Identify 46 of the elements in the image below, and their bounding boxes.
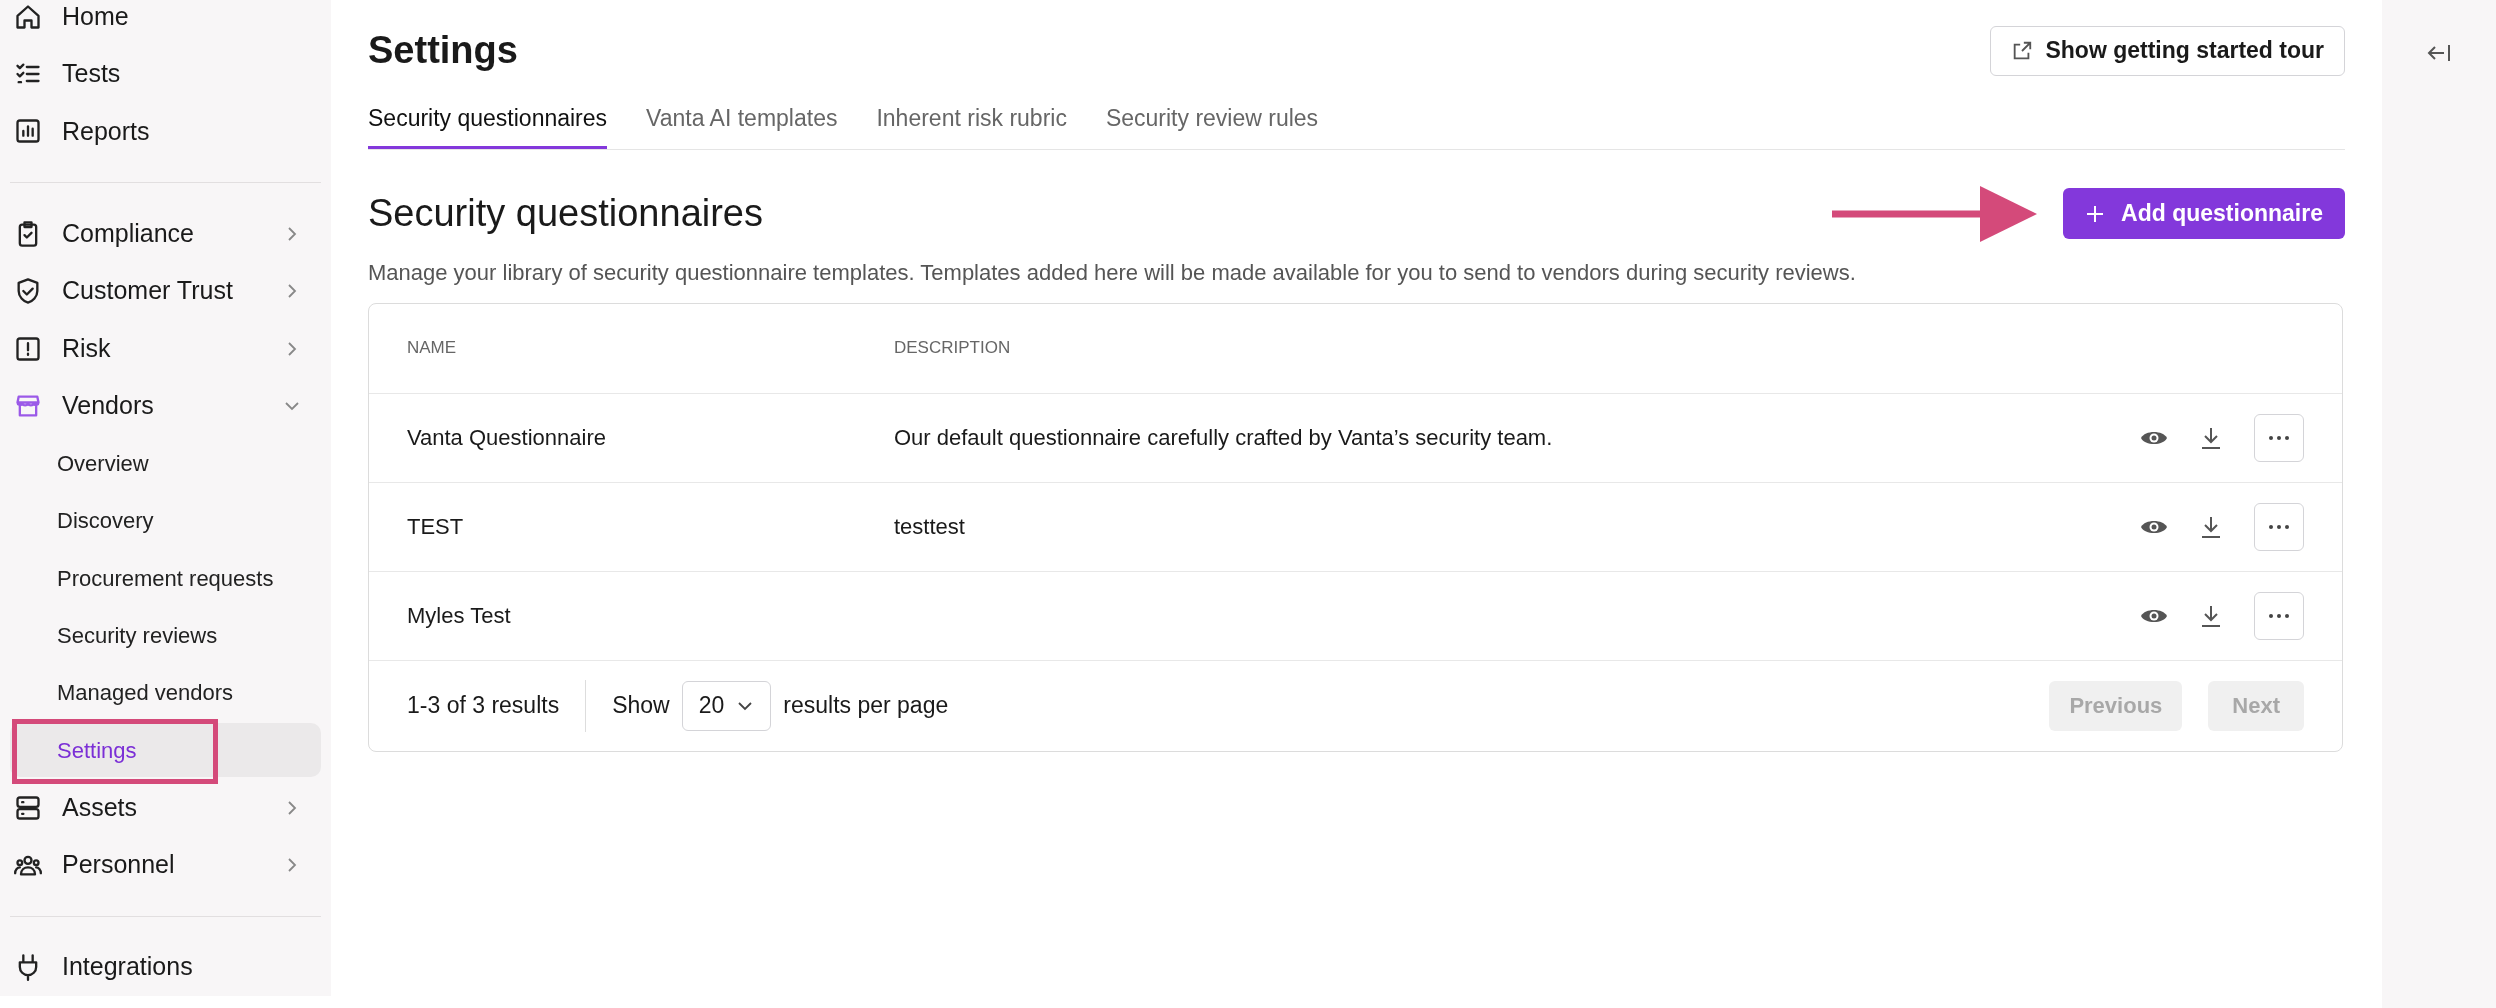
tab[interactable]: Inherent risk rubric — [876, 101, 1067, 149]
table-cell-text: Vanta Questionnaire — [406, 424, 607, 452]
nav-item[interactable]: Personnel — [10, 836, 321, 894]
nav-item[interactable]: Customer Trust — [10, 262, 321, 320]
bar-chart-icon — [14, 117, 42, 146]
nav-subitem[interactable]: Managed vendors — [10, 665, 321, 720]
download-icon[interactable] — [2200, 514, 2222, 539]
nav-subitem[interactable]: Discovery — [10, 493, 321, 548]
page-title: Settings — [368, 28, 518, 73]
table-cell-text: Our default questionnaire carefully crafted by Vanta’s security team. — [894, 424, 1554, 452]
nav-subitem[interactable]: Procurement requests — [10, 551, 321, 605]
collapse-panel-icon[interactable] — [2426, 42, 2452, 64]
show-tour-button[interactable]: Show getting started tour — [1990, 25, 2345, 76]
section-description: Manage your library of security questionnaire templates. Templates added here will be made available for you to send to vendors during security reviews. — [368, 258, 1857, 287]
server-icon — [14, 793, 42, 822]
nav-subitem[interactable]: Security reviews — [10, 608, 321, 663]
nav-item[interactable]: Assets — [10, 778, 321, 837]
add-questionnaire-button[interactable]: Add questionnaire — [2063, 188, 2345, 239]
nav-item[interactable]: Compliance — [10, 205, 321, 263]
show-label: Show — [612, 691, 670, 721]
column-header: NAME — [406, 337, 458, 360]
nav-subitem[interactable]: Overview — [10, 436, 321, 491]
table-cell-text: TEST — [406, 513, 465, 541]
results-summary: 1-3 of 3 results — [407, 691, 560, 721]
home-icon — [14, 2, 42, 31]
nav-item[interactable]: Risk — [10, 319, 321, 378]
tab[interactable]: Security questionnaires — [368, 101, 608, 149]
table-cell-text: testtest — [894, 513, 966, 541]
nav-item[interactable]: Tests — [10, 45, 321, 103]
column-header: DESCRIPTION — [894, 337, 1011, 360]
table-cell-text: Myles Test — [406, 602, 512, 630]
tab[interactable]: Vanta AI templates — [646, 101, 838, 149]
section-title: Security questionnaires — [368, 191, 763, 236]
nav-item[interactable]: Reports — [10, 102, 321, 161]
nav-subitem[interactable]: Settings — [10, 723, 321, 778]
nav-item[interactable]: Integrations — [10, 938, 321, 996]
per-page-label: results per page — [783, 691, 950, 721]
download-icon[interactable] — [2200, 603, 2222, 628]
plus-icon — [2085, 203, 2106, 224]
external-link-icon — [2011, 39, 2034, 62]
alert-square-icon — [14, 334, 42, 363]
nav-item[interactable]: Home — [10, 0, 321, 46]
page-size-select[interactable]: 20 — [681, 680, 772, 731]
download-icon[interactable] — [2200, 425, 2222, 450]
nav-item[interactable]: Vendors — [10, 377, 321, 435]
tab[interactable]: Security review rules — [1105, 101, 1319, 149]
